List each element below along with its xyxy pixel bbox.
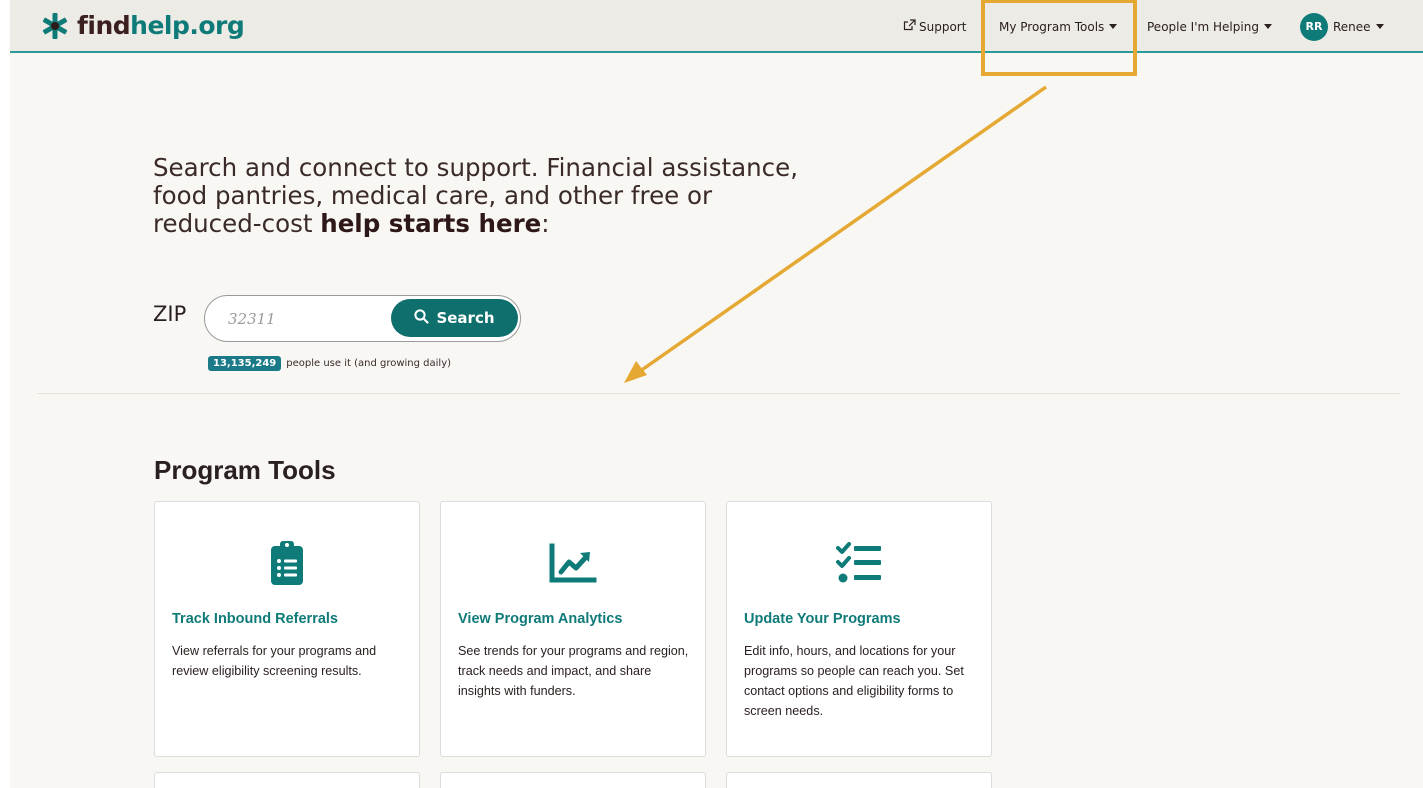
count-badge: 13,135,249: [208, 356, 282, 371]
program-tools-title: Program Tools: [154, 455, 336, 485]
user-name-label: Renee: [1333, 19, 1371, 34]
left-edge: [0, 0, 10, 788]
card-partial[interactable]: [726, 772, 992, 788]
search-button[interactable]: Search: [391, 299, 518, 337]
zip-input[interactable]: [228, 306, 378, 332]
nav-user-menu[interactable]: RR Renee: [1300, 0, 1384, 53]
card-title: View Program Analytics: [458, 611, 623, 627]
chart-line-icon: [549, 540, 597, 590]
avatar: RR: [1300, 12, 1328, 41]
findhelp-logo[interactable]: findhelp.org: [40, 11, 245, 40]
card-update-programs[interactable]: Update Your Programs Edit info, hours, a…: [726, 501, 992, 757]
checklist-icon: [835, 540, 883, 590]
search-button-label: Search: [436, 309, 495, 327]
people-helping-label: People I'm Helping: [1147, 19, 1259, 34]
external-link-icon: [903, 19, 916, 34]
card-partial[interactable]: [440, 772, 706, 788]
clipboard-list-icon: [270, 540, 304, 590]
card-track-referrals[interactable]: Track Inbound Referrals View referrals f…: [154, 501, 420, 757]
nav-support[interactable]: Support: [903, 0, 966, 53]
user-count: 13,135,249 people use it (and growing da…: [208, 356, 451, 371]
caret-down-icon: [1375, 24, 1384, 29]
zip-label: ZIP: [153, 302, 187, 326]
nav-people-helping[interactable]: People I'm Helping: [1147, 0, 1272, 53]
top-navbar: findhelp.org Support My Program Tools Pe…: [10, 0, 1423, 53]
count-suffix: people use it (and growing daily): [286, 358, 452, 369]
card-description: Edit info, hours, and locations for your…: [744, 644, 964, 718]
hero-headline: Search and connect to support. Financial…: [153, 153, 798, 238]
section-divider: [37, 393, 1400, 394]
support-link-label: Support: [919, 19, 967, 34]
caret-down-icon: [1263, 24, 1272, 29]
logo-text: findhelp.org: [77, 11, 245, 40]
search-box: Search: [204, 295, 521, 342]
my-program-tools-label: My Program Tools: [999, 19, 1105, 34]
nav-my-program-tools[interactable]: My Program Tools: [999, 0, 1118, 53]
card-description: See trends for your programs and region,…: [458, 644, 689, 698]
card-program-analytics[interactable]: View Program Analytics See trends for yo…: [440, 501, 706, 757]
card-title: Track Inbound Referrals: [172, 611, 338, 627]
card-description: View referrals for your programs and rev…: [172, 644, 377, 678]
card-title: Update Your Programs: [744, 611, 901, 627]
asterisk-icon: [40, 13, 70, 39]
search-icon: [414, 308, 436, 328]
card-partial[interactable]: [154, 772, 420, 788]
caret-down-icon: [1109, 24, 1118, 29]
